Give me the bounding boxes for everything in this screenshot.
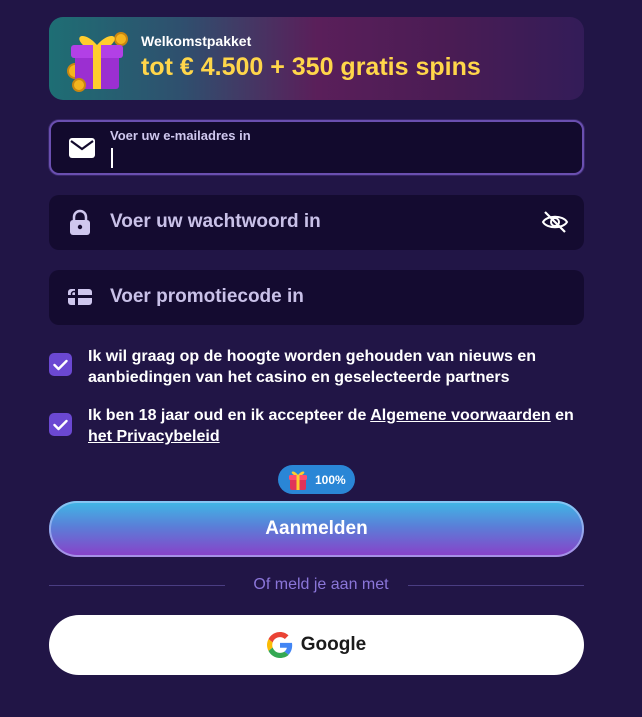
gift-icon (289, 471, 307, 490)
password-field[interactable]: Voer uw wachtwoord in (49, 195, 584, 250)
text-cursor (111, 148, 113, 168)
welcome-banner[interactable]: Welkomstpakket tot € 4.500 + 350 gratis … (49, 17, 584, 100)
bonus-progress-badge: 100% (278, 465, 355, 494)
divider-line-right (408, 585, 584, 586)
privacy-link[interactable]: het Privacybeleid (88, 428, 220, 445)
checkmark-icon (53, 359, 68, 370)
banner-offer: tot € 4.500 + 350 gratis spins (141, 53, 481, 81)
email-label: Voer uw e-mailadres in (110, 128, 251, 143)
email-field[interactable]: Voer uw e-mailadres in (49, 120, 584, 175)
google-signin-button[interactable]: Google (49, 615, 584, 675)
password-placeholder: Voer uw wachtwoord in (110, 211, 321, 232)
banner-title: Welkomstpakket (141, 33, 252, 49)
newsletter-consent-text: Ik wil graag op de hoogte worden gehoude… (88, 348, 537, 386)
lock-icon (65, 207, 95, 237)
gift-icon (65, 25, 129, 93)
progress-value: 100% (315, 472, 346, 487)
newsletter-checkbox[interactable] (49, 353, 72, 376)
register-button[interactable]: Aanmelden (49, 501, 584, 557)
hide-password-icon[interactable] (540, 207, 570, 237)
promo-code-field[interactable]: Voer promotiecode in (49, 270, 584, 325)
terms-consent-text: Ik ben 18 jaar oud en ik accepteer de Al… (88, 405, 584, 447)
envelope-icon (67, 133, 97, 163)
terms-checkbox[interactable] (49, 413, 72, 436)
gift-card-icon (65, 282, 95, 312)
google-logo-icon (266, 632, 292, 658)
terms-text-before: Ik ben 18 jaar oud en ik accepteer de (88, 407, 367, 424)
google-label: Google (300, 634, 367, 655)
terms-link[interactable]: Algemene voorwaarden (370, 407, 551, 424)
checkmark-icon (53, 419, 68, 430)
terms-text-between: en (555, 407, 574, 424)
promo-placeholder: Voer promotiecode in (110, 286, 304, 307)
